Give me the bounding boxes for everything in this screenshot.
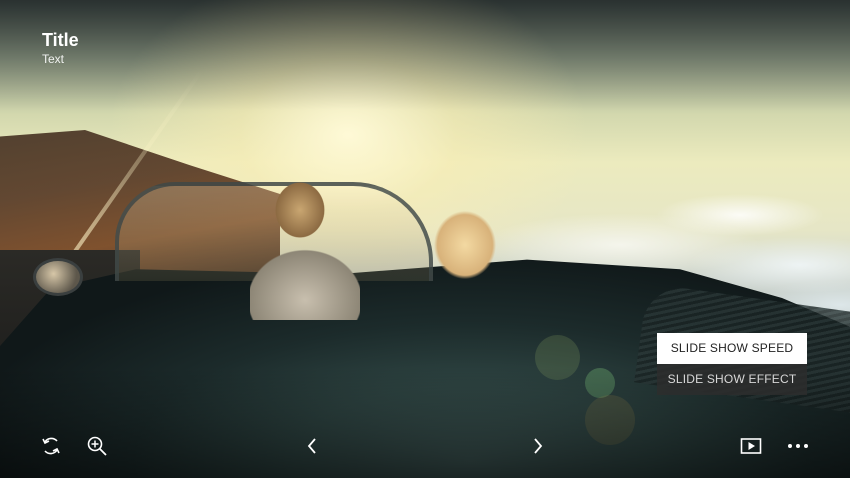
image-viewer: Title Text SLIDE SHOW SPEED SLIDE SHOW E…	[0, 0, 850, 478]
next-button[interactable]	[526, 434, 550, 458]
zoom-in-button[interactable]	[85, 434, 109, 458]
page-title: Title	[42, 30, 79, 50]
chevron-right-icon	[534, 438, 543, 454]
chevron-left-icon	[307, 438, 316, 454]
menu-item-slide-show-speed[interactable]: SLIDE SHOW SPEED	[657, 333, 807, 364]
menu-item-slide-show-effect[interactable]: SLIDE SHOW EFFECT	[657, 364, 807, 395]
rotate-icon	[42, 437, 60, 455]
header: Title Text	[42, 30, 79, 67]
zoom-in-icon	[87, 436, 107, 456]
rotate-button[interactable]	[39, 434, 63, 458]
more-icon	[788, 444, 808, 448]
previous-button[interactable]	[300, 434, 324, 458]
slideshow-button[interactable]	[739, 434, 763, 458]
page-subtitle: Text	[42, 52, 65, 66]
more-options-button[interactable]	[786, 434, 810, 458]
slideshow-play-icon	[740, 438, 762, 454]
options-menu: SLIDE SHOW SPEED SLIDE SHOW EFFECT	[657, 333, 807, 395]
